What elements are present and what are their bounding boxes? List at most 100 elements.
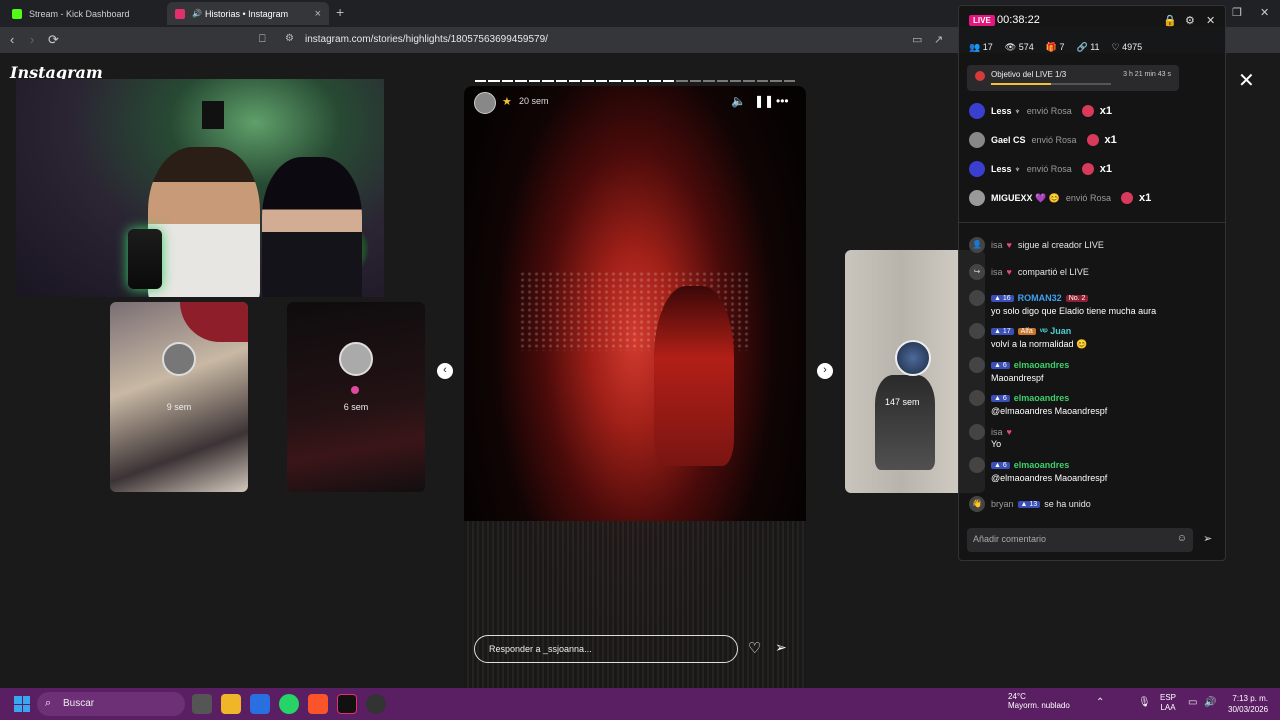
audio-icon[interactable]: 🔊 bbox=[192, 9, 202, 18]
language-indicator[interactable]: ESP LAA bbox=[1160, 693, 1176, 713]
chat-message-text: Yo bbox=[991, 439, 1002, 449]
gift-user[interactable]: Less ♆ bbox=[991, 106, 1021, 116]
chevron-up-icon[interactable]: ⌃ bbox=[1096, 697, 1104, 708]
progress-segment bbox=[730, 80, 742, 82]
avatar bbox=[969, 161, 985, 177]
progress-segment bbox=[703, 80, 715, 82]
chat-message-text: Maoandrespf bbox=[991, 373, 1044, 383]
taskbar-clock[interactable]: 7:13 p. m. 30/03/2026 bbox=[1228, 693, 1268, 715]
gift-count: x1 bbox=[1099, 163, 1113, 175]
address-bar[interactable]: instagram.com/stories/highlights/1805756… bbox=[305, 34, 548, 45]
rose-icon bbox=[1081, 105, 1094, 117]
progress-segment bbox=[555, 80, 567, 82]
divider bbox=[959, 222, 1225, 223]
more-options-icon[interactable]: ••• bbox=[776, 94, 789, 108]
heart-icon: ♥ bbox=[1006, 240, 1012, 250]
progress-segment bbox=[475, 80, 487, 82]
shares-stat: 🔗 11 bbox=[1076, 42, 1100, 52]
gift-user[interactable]: Gael CS bbox=[991, 135, 1026, 145]
chat-user[interactable]: elmaoandres bbox=[1014, 393, 1070, 403]
send-icon[interactable]: ➢ bbox=[775, 639, 787, 656]
gift-row: Less ♆ envió Rosa x1 bbox=[969, 101, 1112, 121]
volume-icon[interactable]: 🔈 bbox=[731, 94, 746, 108]
joined-user[interactable]: bryan bbox=[991, 499, 1014, 509]
chat-message: ▲ 6 elmaoandres bbox=[969, 357, 1073, 373]
gift-count: x1 bbox=[1099, 105, 1113, 117]
avatar bbox=[969, 424, 985, 440]
screen-icon[interactable]: ▭ bbox=[912, 33, 922, 46]
whatsapp-icon[interactable] bbox=[279, 694, 299, 714]
close-tab-icon[interactable]: × bbox=[315, 8, 321, 20]
live-goal[interactable]: Objetivo del LIVE 1/3 3 h 21 min 43 s bbox=[967, 65, 1179, 91]
progress-segment bbox=[743, 80, 755, 82]
gift-user[interactable]: Less ♆ bbox=[991, 164, 1021, 174]
main-story[interactable]: ★ 20 sem 🔈 ❚❚ ••• Responder a _ssjoanna.… bbox=[464, 86, 806, 691]
send-comment-icon[interactable]: ➢ bbox=[1203, 532, 1212, 545]
share-icon[interactable]: ↗ bbox=[934, 33, 943, 46]
story-time: 6 sem bbox=[343, 402, 369, 412]
gift-user[interactable]: MIGUEXX 💜 😊 bbox=[991, 193, 1060, 204]
next-story-button[interactable]: › bbox=[817, 363, 833, 379]
level-badge: ▲ 6 bbox=[991, 361, 1010, 369]
emoji-icon[interactable]: ☺ bbox=[1177, 533, 1187, 544]
progress-segment bbox=[783, 80, 796, 82]
brave-browser-icon[interactable] bbox=[308, 694, 328, 714]
close-stories-icon[interactable]: ✕ bbox=[1238, 68, 1255, 93]
obs-icon[interactable] bbox=[366, 694, 386, 714]
goal-progress bbox=[991, 83, 1111, 85]
live-chat-overlay: LIVE 00:38:22 🔒 ⚙ ✕ 👥 17 👁 574 🎁 7 🔗 11 … bbox=[958, 5, 1226, 561]
chat-user[interactable]: isa bbox=[991, 427, 1003, 437]
lock-icon[interactable]: 🔒 bbox=[1163, 14, 1177, 27]
live-badge: LIVE bbox=[969, 15, 995, 26]
close-icon[interactable]: ✕ bbox=[1206, 14, 1215, 27]
store-icon[interactable] bbox=[250, 694, 270, 714]
avatar bbox=[969, 132, 985, 148]
network-icon[interactable]: ▭ bbox=[1188, 697, 1197, 708]
progress-segment bbox=[515, 80, 527, 82]
windows-start-icon[interactable] bbox=[14, 696, 30, 712]
tiktok-icon[interactable] bbox=[337, 694, 357, 714]
chat-user[interactable]: ᵛᶦᵖ Juan bbox=[1040, 326, 1072, 336]
microphone bbox=[128, 229, 162, 289]
site-info-icon[interactable]: ⚙ bbox=[285, 33, 294, 44]
pause-icon[interactable]: ❚❚ bbox=[754, 94, 774, 108]
settings-icon[interactable]: ⚙ bbox=[1185, 14, 1195, 27]
avatar bbox=[969, 290, 985, 306]
task-view-icon[interactable] bbox=[192, 694, 212, 714]
level-badge: ▲ 13 bbox=[1017, 500, 1041, 508]
weather-widget[interactable]: 24°C Mayorm. nublado bbox=[988, 692, 1070, 710]
comment-input[interactable]: Añadir comentario ☺ bbox=[967, 528, 1193, 552]
previous-story-button[interactable]: ‹ bbox=[437, 363, 453, 379]
like-heart-icon[interactable]: ♡ bbox=[748, 639, 761, 657]
side-story-left-2[interactable]: 6 sem bbox=[287, 302, 425, 492]
reply-input[interactable]: Responder a _ssjoanna... bbox=[474, 635, 738, 663]
event-user[interactable]: isa bbox=[991, 240, 1003, 250]
chat-message: ▲ 6 elmaoandres bbox=[969, 390, 1073, 406]
taskbar-search[interactable]: ⌕ Buscar bbox=[37, 692, 185, 716]
microphone-icon[interactable]: 🎙 bbox=[1138, 697, 1151, 708]
chat-user[interactable]: elmaoandres bbox=[1014, 360, 1070, 370]
views-stat: 👁 574 bbox=[1004, 42, 1034, 52]
crowd bbox=[464, 521, 806, 691]
forward-icon[interactable]: › bbox=[30, 32, 34, 47]
comment-placeholder: Añadir comentario bbox=[973, 534, 1047, 544]
close-window-icon[interactable]: ✕ bbox=[1260, 6, 1269, 19]
new-tab-button[interactable]: + bbox=[336, 4, 344, 20]
event-user[interactable]: isa bbox=[991, 267, 1003, 277]
bookmark-icon[interactable]: ⎕ bbox=[259, 33, 266, 46]
chat-user[interactable]: elmaoandres bbox=[1014, 460, 1070, 470]
speaker-icon[interactable]: 🔊 bbox=[1204, 697, 1216, 708]
avatar bbox=[969, 357, 985, 373]
chat-user[interactable]: ROMAN32 bbox=[1018, 293, 1062, 303]
file-explorer-icon[interactable] bbox=[221, 694, 241, 714]
side-story-left-1[interactable]: 9 sem bbox=[110, 302, 248, 492]
tab-instagram-stories[interactable]: 🔊 Historias • Instagram × bbox=[167, 2, 329, 25]
back-icon[interactable]: ‹ bbox=[10, 32, 14, 47]
tab-kick-dashboard[interactable]: Stream - Kick Dashboard bbox=[4, 2, 164, 25]
level-badge: ▲ 6 bbox=[991, 394, 1010, 402]
restore-window-icon[interactable]: ❐ bbox=[1232, 6, 1242, 19]
level-badge: ▲ 17 bbox=[991, 327, 1014, 335]
progress-segment bbox=[488, 80, 500, 82]
story-owner-avatar[interactable] bbox=[474, 92, 496, 114]
reload-icon[interactable]: ⟳ bbox=[48, 32, 59, 48]
